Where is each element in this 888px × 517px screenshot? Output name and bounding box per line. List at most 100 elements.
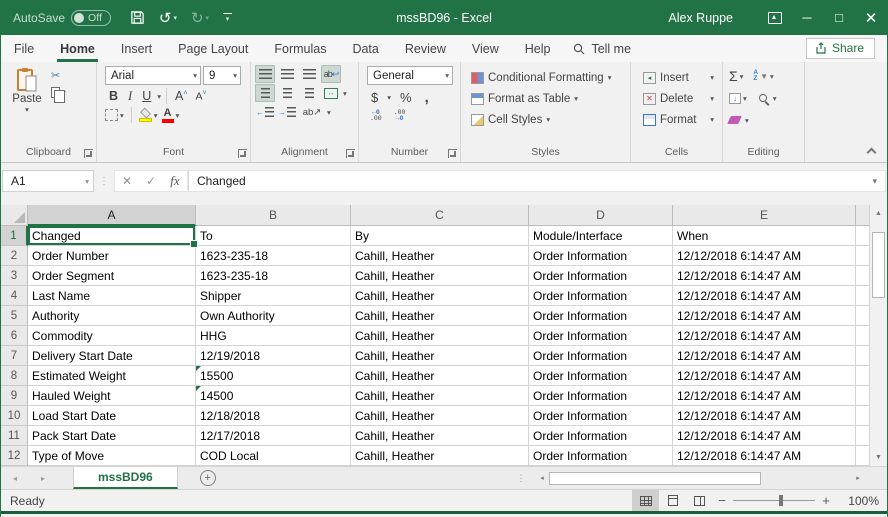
row-header-10[interactable]: 10 — [1, 406, 28, 426]
sheet-tab-mssbd96[interactable]: mssBD96 — [73, 467, 178, 489]
cell-A2[interactable]: Order Number — [28, 246, 196, 266]
row-header-3[interactable]: 3 — [1, 266, 28, 286]
cell-D10[interactable]: Order Information — [529, 406, 673, 426]
zoom-out-button[interactable]: − — [713, 493, 731, 508]
enter-entry-button[interactable]: ✓ — [139, 174, 163, 188]
cell-B11[interactable]: 12/17/2018 — [196, 426, 351, 446]
column-header-B[interactable]: B — [196, 205, 351, 226]
cell-E9[interactable]: 12/12/2018 6:14:47 AM — [673, 386, 856, 406]
row-header-12[interactable]: 12 — [1, 446, 28, 466]
normal-view-button[interactable] — [632, 490, 659, 511]
autosave-toggle[interactable]: AutoSave Off — [13, 10, 111, 26]
cell-B3[interactable]: 1623-235-18 — [196, 266, 351, 286]
cell-B6[interactable]: HHG — [196, 326, 351, 346]
row-header-6[interactable]: 6 — [1, 326, 28, 346]
cell-B1[interactable]: To — [196, 226, 351, 246]
column-header-D[interactable]: D — [529, 205, 673, 226]
ribbon-display-options-button[interactable] — [759, 0, 791, 35]
row-header-11[interactable]: 11 — [1, 426, 28, 446]
font-dialog-launcher[interactable] — [238, 149, 247, 158]
row-header-2[interactable]: 2 — [1, 246, 28, 266]
minimize-button[interactable]: ─ — [791, 0, 823, 35]
increase-indent-button[interactable]: → — [277, 103, 297, 121]
cell-A11[interactable]: Pack Start Date — [28, 426, 196, 446]
row-header-8[interactable]: 8 — [1, 366, 28, 386]
borders-button[interactable]: ▾ — [105, 109, 124, 121]
conditional-formatting-button[interactable]: Conditional Formatting▾ — [467, 67, 626, 88]
zoom-in-button[interactable]: + — [817, 493, 835, 508]
scroll-left-icon[interactable]: ◂ — [535, 474, 549, 482]
cut-button[interactable]: ✂ — [51, 69, 66, 82]
cell-E8[interactable]: 12/12/2018 6:14:47 AM — [673, 366, 856, 386]
cell-A3[interactable]: Order Segment — [28, 266, 196, 286]
cell-E5[interactable]: 12/12/2018 6:14:47 AM — [673, 306, 856, 326]
row-header-4[interactable]: 4 — [1, 286, 28, 306]
autosum-button[interactable]: Σ▾ — [729, 68, 743, 84]
insert-function-button[interactable]: fx — [163, 173, 187, 189]
cell-D8[interactable]: Order Information — [529, 366, 673, 386]
bottom-align-button[interactable] — [299, 65, 319, 83]
percent-button[interactable]: % — [396, 90, 416, 105]
cell-A8[interactable]: Estimated Weight — [28, 366, 196, 386]
tab-view[interactable]: View — [459, 35, 512, 62]
scroll-right-icon[interactable]: ▸ — [851, 474, 865, 482]
cell-C6[interactable]: Cahill, Heather — [351, 326, 529, 346]
cell-E3[interactable]: 12/12/2018 6:14:47 AM — [673, 266, 856, 286]
tab-home[interactable]: Home — [47, 35, 108, 62]
row-header-7[interactable]: 7 — [1, 346, 28, 366]
alignment-dialog-launcher[interactable] — [346, 149, 355, 158]
cell-D1[interactable]: Module/Interface — [529, 226, 673, 246]
cell-A6[interactable]: Commodity — [28, 326, 196, 346]
horizontal-scrollbar[interactable]: ◂ ▸ — [533, 467, 867, 489]
decrease-font-button[interactable]: A˅ — [192, 90, 209, 103]
cell-E1[interactable]: When — [673, 226, 856, 246]
cell-E4[interactable]: 12/12/2018 6:14:47 AM — [673, 286, 856, 306]
scroll-up-icon[interactable]: ▲ — [870, 205, 887, 222]
select-all-button[interactable] — [1, 205, 28, 226]
cell-E10[interactable]: 12/12/2018 6:14:47 AM — [673, 406, 856, 426]
middle-align-button[interactable] — [277, 65, 297, 83]
decrease-decimal-button[interactable]: .00→0 — [391, 110, 409, 122]
number-dialog-launcher[interactable] — [448, 149, 457, 158]
cell-C4[interactable]: Cahill, Heather — [351, 286, 529, 306]
row-header-9[interactable]: 9 — [1, 386, 28, 406]
save-button[interactable] — [125, 8, 150, 27]
cell-E11[interactable]: 12/12/2018 6:14:47 AM — [673, 426, 856, 446]
cell-C8[interactable]: Cahill, Heather — [351, 366, 529, 386]
delete-cells-button[interactable]: ✕Delete▾ — [639, 88, 718, 109]
name-box-caret-icon[interactable]: ▾ — [85, 177, 89, 186]
cell-D9[interactable]: Order Information — [529, 386, 673, 406]
tab-data[interactable]: Data — [339, 35, 391, 62]
currency-button[interactable]: $ — [367, 90, 382, 105]
cancel-entry-button[interactable]: ✕ — [115, 174, 139, 188]
vertical-scroll-thumb[interactable] — [872, 232, 885, 298]
cell-C11[interactable]: Cahill, Heather — [351, 426, 529, 446]
decrease-indent-button[interactable]: ← — [255, 103, 275, 121]
zoom-level[interactable]: 100% — [835, 494, 879, 508]
cell-C10[interactable]: Cahill, Heather — [351, 406, 529, 426]
sort-filter-button[interactable]: AZ▼▾ — [753, 70, 773, 82]
font-name-combo[interactable]: Arial▾ — [105, 66, 201, 85]
scroll-down-icon[interactable]: ▼ — [870, 449, 887, 466]
expand-formula-bar-icon[interactable]: ▾ — [872, 176, 877, 187]
align-center-button[interactable] — [277, 84, 297, 102]
number-format-combo[interactable]: General▾ — [367, 66, 453, 85]
cell-D11[interactable]: Order Information — [529, 426, 673, 446]
cell-A9[interactable]: Hauled Weight — [28, 386, 196, 406]
cell-C5[interactable]: Cahill, Heather — [351, 306, 529, 326]
name-box[interactable]: A1▾ — [2, 170, 94, 192]
fill-color-button[interactable]: ▾ — [139, 109, 158, 122]
top-align-button[interactable] — [255, 65, 275, 83]
cell-C12[interactable]: Cahill, Heather — [351, 446, 529, 466]
cell-D2[interactable]: Order Information — [529, 246, 673, 266]
collapse-ribbon-button[interactable] — [867, 148, 877, 158]
cell-B8[interactable]: 15500 — [196, 366, 351, 386]
user-name[interactable]: Alex Ruppe — [668, 11, 733, 25]
cell-styles-button[interactable]: Cell Styles▾ — [467, 109, 626, 130]
undo-caret-icon[interactable]: ▾ — [173, 14, 177, 22]
tab-insert[interactable]: Insert — [108, 35, 165, 62]
cell-C7[interactable]: Cahill, Heather — [351, 346, 529, 366]
insert-cells-button[interactable]: ◂Insert▾ — [639, 67, 718, 88]
horizontal-scroll-thumb[interactable] — [549, 472, 761, 485]
page-break-view-button[interactable] — [686, 490, 713, 511]
